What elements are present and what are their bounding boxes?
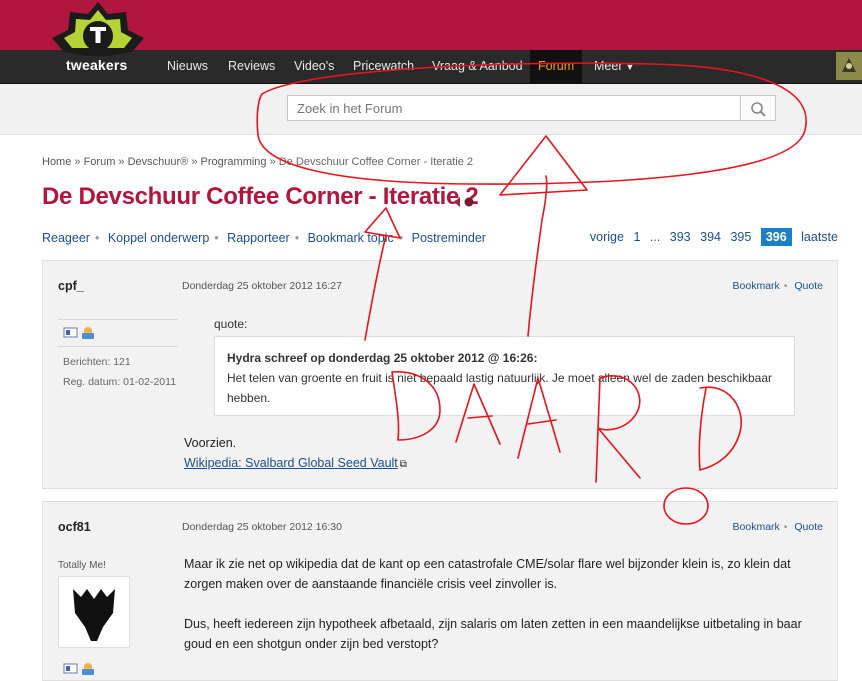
quote-link[interactable]: Quote	[794, 521, 823, 533]
post-date: Donderdag 25 oktober 2012 16:27	[182, 280, 342, 292]
nav-item-reviews[interactable]: Reviews	[220, 50, 283, 83]
user-avatar[interactable]	[58, 576, 130, 648]
user-avatar[interactable]	[836, 52, 862, 80]
quote-block: Hydra schreef op donderdag 25 oktober 20…	[214, 336, 795, 416]
quote-label: quote:	[214, 317, 248, 331]
pager-page-first[interactable]: 1	[633, 230, 640, 244]
nav-meer-label: Meer	[594, 59, 623, 73]
reageer-link[interactable]: Reageer	[42, 231, 90, 245]
pagination: vorige 1 ... 393 394 395 396 laatste	[590, 228, 838, 246]
rapporteer-link[interactable]: Rapporteer	[227, 231, 290, 245]
post-count: Berichten: 121	[63, 356, 131, 368]
post-text: Voorzien.	[184, 436, 237, 450]
nav-item-videos[interactable]: Video's	[286, 50, 342, 83]
forum-search-input[interactable]	[287, 95, 741, 121]
nav-item-vraag-aanbod[interactable]: Vraag & Aanbod	[424, 50, 531, 83]
external-link-icon: ⧉	[399, 459, 407, 470]
user-mini-icons	[63, 324, 97, 343]
quote-link[interactable]: Quote	[794, 280, 823, 292]
breadcrumb: Home » Forum » Devschuur® » Programming …	[42, 156, 473, 168]
breadcrumb-home[interactable]: Home	[42, 156, 71, 168]
breadcrumb-forum[interactable]: Forum	[84, 156, 116, 168]
pager-prev[interactable]: vorige	[590, 230, 624, 244]
post-author[interactable]: ocf81	[58, 520, 91, 534]
postreminder-link[interactable]: Postreminder	[412, 231, 486, 245]
quote-body: Het telen van groente en fruit is niet b…	[227, 371, 772, 405]
nav-item-pricewatch[interactable]: Pricewatch	[345, 50, 422, 83]
post-tools: Bookmark • Quote	[732, 280, 823, 292]
caret-down-icon: ▼	[625, 62, 635, 72]
nav-item-nieuws[interactable]: Nieuws	[159, 50, 216, 83]
bookmark-topic-link[interactable]: Bookmark topic	[308, 231, 394, 245]
divider	[58, 319, 178, 320]
annotation-arrowhead	[499, 135, 588, 196]
pager-last[interactable]: laatste	[801, 230, 838, 244]
pager-page-current: 396	[760, 228, 792, 246]
breadcrumb-current: De Devschuur Coffee Corner - Iteratie 2	[278, 156, 473, 168]
pager-page[interactable]: 395	[730, 230, 751, 244]
post-paragraph: Maar ik zie net op wikipedia dat de kant…	[184, 557, 791, 591]
bookmark-link[interactable]: Bookmark	[733, 521, 780, 533]
registration-date: Reg. datum: 01-02-2011	[63, 376, 177, 388]
koppel-onderwerp-link[interactable]: Koppel onderwerp	[108, 231, 209, 245]
search-button[interactable]	[741, 95, 776, 121]
bookmark-link[interactable]: Bookmark	[733, 280, 780, 292]
logo-wordmark: tweakers	[66, 57, 128, 73]
user-mini-icons	[63, 660, 97, 679]
nav-item-forum[interactable]: Forum	[530, 50, 583, 83]
quote-header: Hydra schreef op donderdag 25 oktober 20…	[227, 351, 538, 365]
divider	[58, 346, 178, 347]
user-tagline: Totally Me!	[58, 560, 106, 571]
pager-page[interactable]: 394	[700, 230, 721, 244]
forum-post: ocf81 Donderdag 25 oktober 2012 16:30 Bo…	[42, 501, 838, 681]
breadcrumb-devschuur[interactable]: Devschuur®	[128, 156, 189, 168]
search-icon	[751, 102, 766, 117]
topic-actions: Reageer • Koppel onderwerp • Rapporteer • B…	[42, 231, 486, 245]
post-author[interactable]: cpf_	[58, 279, 84, 293]
post-tools: Bookmark • Quote	[732, 521, 823, 533]
post-body: Maar ik zie net op wikipedia dat de kant…	[184, 554, 804, 654]
post-paragraph: Dus, heeft iedereen zijn hypotheek afbet…	[184, 617, 802, 651]
post-date: Donderdag 25 oktober 2012 16:30	[182, 521, 342, 533]
pager-ellipsis: ...	[649, 230, 661, 244]
page-title: De Devschuur Coffee Corner - Iteratie 2	[42, 183, 479, 210]
breadcrumb-programming[interactable]: Programming	[201, 156, 267, 168]
nav-item-meer[interactable]: Meer ▼	[586, 50, 642, 83]
post-body: Voorzien. Wikipedia: Svalbard Global See…	[184, 433, 407, 475]
pager-page[interactable]: 393	[670, 230, 691, 244]
external-link[interactable]: Wikipedia: Svalbard Global Seed Vault	[184, 456, 398, 470]
topic-status-icon	[454, 197, 474, 207]
forum-post: cpf_ Donderdag 25 oktober 2012 16:27 Boo…	[42, 260, 838, 489]
user-meta: Berichten: 121 Reg. datum: 01-02-2011	[63, 352, 176, 392]
